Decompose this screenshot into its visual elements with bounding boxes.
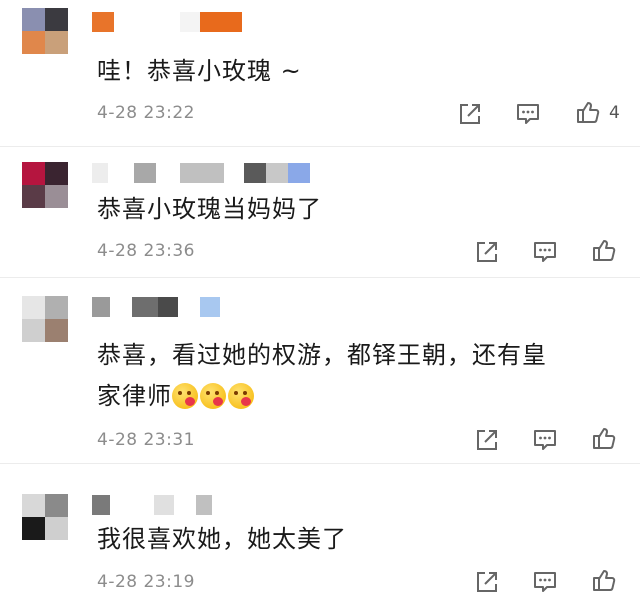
like-count: 4 bbox=[609, 103, 620, 123]
avatar[interactable] bbox=[22, 296, 68, 342]
avatar-pixel bbox=[22, 319, 45, 342]
username-blurred[interactable] bbox=[92, 495, 212, 515]
avatar[interactable] bbox=[22, 8, 68, 54]
comment-icon bbox=[517, 104, 539, 124]
avatar[interactable] bbox=[22, 162, 68, 208]
share-icon bbox=[477, 242, 497, 262]
avatar-pixel bbox=[45, 296, 68, 319]
comment-text-continued: 家律师 bbox=[97, 382, 172, 410]
comment-item: 我很喜欢她，她太美了 4-28 23:19 bbox=[0, 466, 640, 607]
like-button[interactable] bbox=[591, 237, 617, 263]
kiss-face-icon bbox=[228, 383, 254, 409]
comment-text-line2: 家律师 bbox=[97, 379, 256, 414]
avatar-pixel bbox=[22, 8, 45, 31]
comment-icon bbox=[534, 242, 556, 262]
avatar[interactable] bbox=[22, 494, 68, 540]
comment-item: 哇！恭喜小玫瑰 ~ 4-28 23:22 4 bbox=[0, 0, 640, 150]
avatar-pixel bbox=[45, 517, 68, 540]
timestamp: 4-28 23:19 bbox=[97, 572, 195, 592]
kiss-face-icon bbox=[200, 383, 226, 409]
share-button[interactable] bbox=[457, 101, 483, 127]
comment-icon bbox=[534, 430, 556, 450]
thumbs-up-icon bbox=[593, 240, 616, 261]
avatar-pixel bbox=[45, 162, 68, 185]
like-button[interactable] bbox=[575, 99, 601, 125]
timestamp: 4-28 23:31 bbox=[97, 430, 195, 450]
kiss-face-icon bbox=[172, 383, 198, 409]
comment-text: 我很喜欢她，她太美了 bbox=[97, 525, 347, 553]
avatar-pixel bbox=[22, 517, 45, 540]
avatar-pixel bbox=[45, 185, 68, 208]
comment-text: 恭喜小玫瑰当妈妈了 bbox=[97, 195, 322, 223]
avatar-pixel bbox=[22, 185, 45, 208]
divider bbox=[0, 146, 640, 147]
avatar-pixel bbox=[45, 494, 68, 517]
divider bbox=[0, 463, 640, 464]
comment-button[interactable] bbox=[515, 101, 541, 127]
share-icon bbox=[477, 572, 497, 592]
thumbs-up-icon bbox=[593, 570, 616, 591]
like-button[interactable] bbox=[591, 567, 617, 593]
username-blurred[interactable] bbox=[92, 12, 242, 32]
share-button[interactable] bbox=[474, 569, 500, 595]
username-blurred[interactable] bbox=[92, 297, 220, 317]
comment-button[interactable] bbox=[532, 427, 558, 453]
thumbs-up-icon bbox=[577, 102, 600, 123]
avatar-pixel bbox=[22, 296, 45, 319]
comment-item: 恭喜，看过她的权游，都铎王朝，还有皇 家律师 4-28 23:31 bbox=[0, 280, 640, 466]
avatar-pixel bbox=[22, 494, 45, 517]
like-button[interactable] bbox=[591, 425, 617, 451]
divider bbox=[0, 277, 640, 278]
share-icon bbox=[460, 104, 480, 124]
share-button[interactable] bbox=[474, 239, 500, 265]
timestamp: 4-28 23:22 bbox=[97, 103, 195, 123]
avatar-pixel bbox=[45, 31, 68, 54]
username-blurred[interactable] bbox=[92, 163, 310, 183]
avatar-pixel bbox=[22, 162, 45, 185]
timestamp: 4-28 23:36 bbox=[97, 241, 195, 261]
comment-icon bbox=[534, 572, 556, 592]
comment-text: 恭喜，看过她的权游，都铎王朝，还有皇 bbox=[97, 341, 547, 369]
comment-button[interactable] bbox=[532, 569, 558, 595]
comment-text: 哇！恭喜小玫瑰 ~ bbox=[97, 57, 302, 85]
avatar-pixel bbox=[45, 319, 68, 342]
share-icon bbox=[477, 430, 497, 450]
comment-button[interactable] bbox=[532, 239, 558, 265]
thumbs-up-icon bbox=[593, 428, 616, 449]
avatar-pixel bbox=[22, 31, 45, 54]
avatar-pixel bbox=[45, 8, 68, 31]
share-button[interactable] bbox=[474, 427, 500, 453]
comment-item: 恭喜小玫瑰当妈妈了 4-28 23:36 bbox=[0, 150, 640, 280]
